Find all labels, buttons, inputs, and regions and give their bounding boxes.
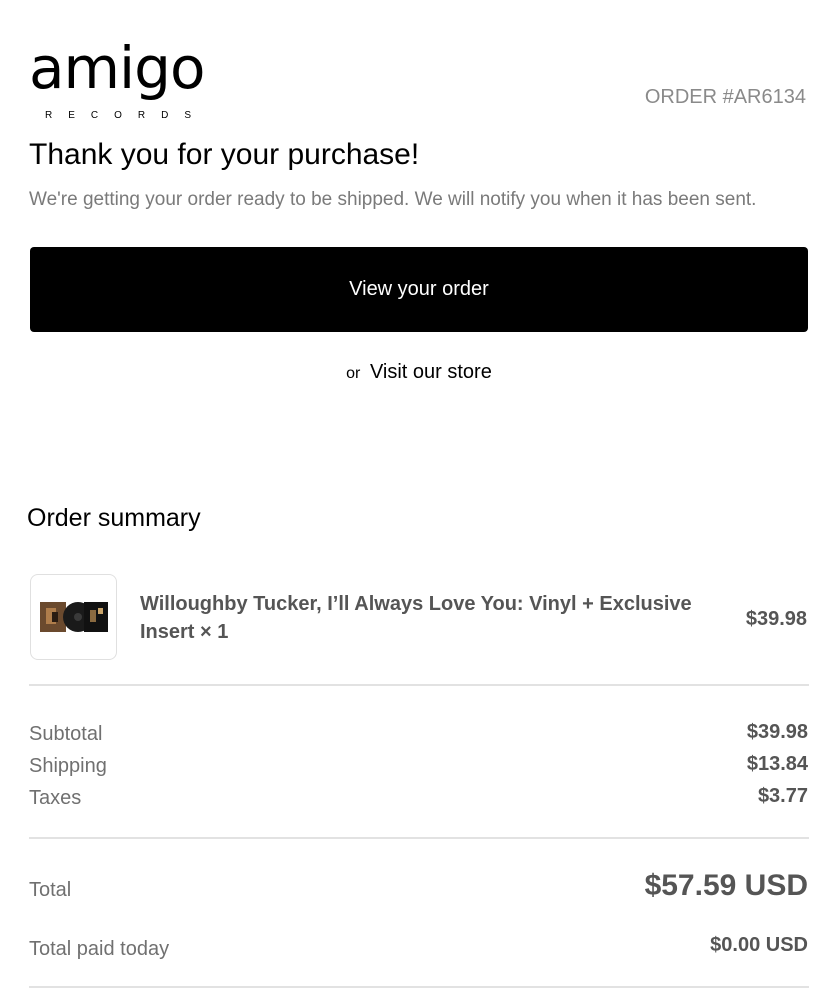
- page-title: Thank you for your purchase!: [29, 138, 420, 171]
- divider: [29, 986, 809, 988]
- product-name: Willoughby Tucker, I’ll Always Love You:…: [140, 593, 692, 643]
- divider: [29, 837, 809, 839]
- brand-logo: amigo RECORDS: [29, 38, 229, 121]
- taxes-value: $3.77: [757, 785, 808, 807]
- subtotal-label: Subtotal: [29, 723, 103, 745]
- order-number: ORDER #AR6134: [644, 86, 806, 108]
- brand-wordmark: amigo: [29, 34, 205, 102]
- total-label: Total: [29, 879, 72, 901]
- total-paid-label: Total paid today: [29, 938, 170, 960]
- taxes-label: Taxes: [29, 787, 82, 809]
- brand-subtitle: RECORDS: [45, 110, 208, 121]
- subtotal-value: $39.98: [746, 721, 808, 743]
- shipping-value: $13.84: [746, 753, 808, 775]
- status-message: We're getting your order ready to be shi…: [29, 189, 757, 210]
- divider: [29, 684, 809, 686]
- product-thumbnail: [30, 574, 117, 660]
- view-order-button[interactable]: View your order: [30, 247, 808, 332]
- order-summary-title: Order summary: [27, 504, 201, 532]
- or-text: or: [346, 365, 361, 382]
- product-price: $39.98: [745, 608, 807, 630]
- total-value: $57.59 USD: [644, 869, 808, 902]
- visit-store-link[interactable]: Visit our store: [370, 361, 492, 383]
- album-vinyl-image: [39, 602, 108, 632]
- visit-store-line: or Visit our store: [0, 361, 838, 384]
- shipping-label: Shipping: [29, 755, 107, 777]
- total-paid-value: $0.00 USD: [710, 934, 808, 956]
